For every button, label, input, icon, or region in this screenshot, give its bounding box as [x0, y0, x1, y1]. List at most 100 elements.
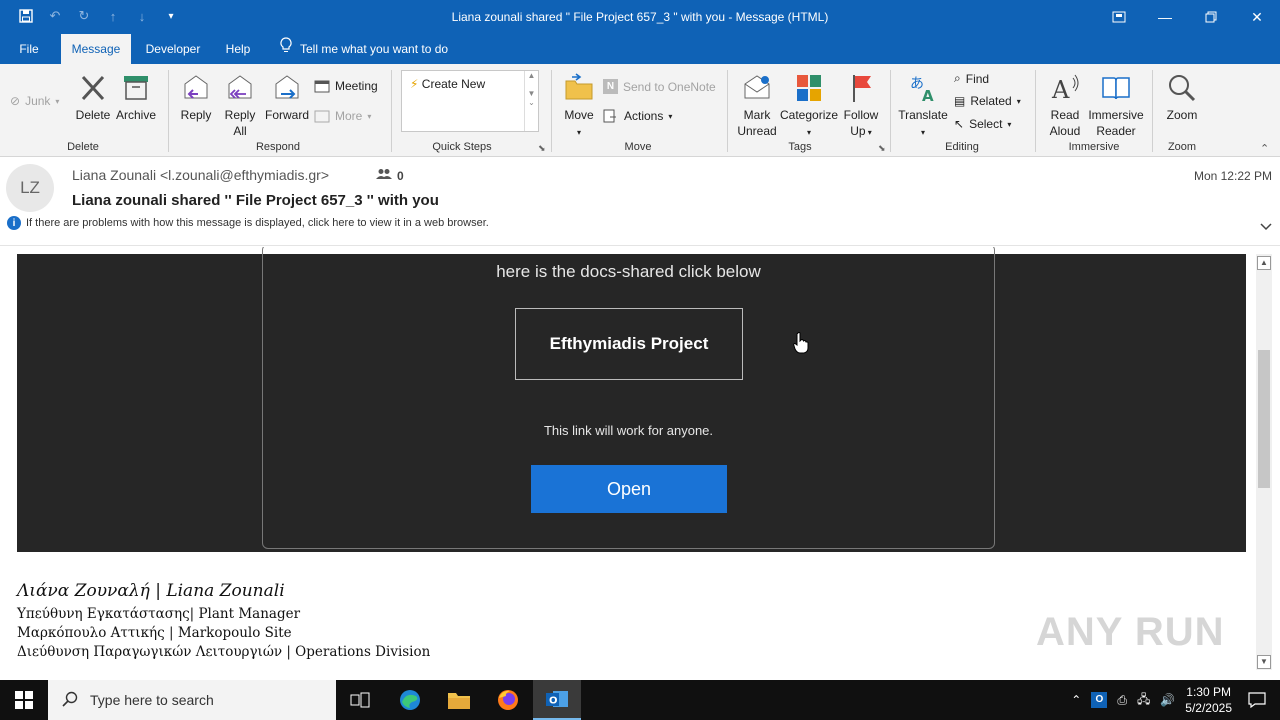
outlook-tray-icon[interactable]: O: [1091, 692, 1108, 708]
vertical-scrollbar[interactable]: ▲ ▼: [1256, 254, 1272, 670]
group-separator: [551, 70, 552, 152]
zoom-icon: [1169, 75, 1196, 102]
move-button[interactable]: Move ▾: [560, 72, 598, 141]
svg-text:A: A: [1051, 76, 1070, 104]
quick-steps-scroll[interactable]: ▲ ▼ ⌄: [524, 71, 538, 131]
tab-file[interactable]: File: [8, 34, 50, 64]
quick-step-create-new[interactable]: ⚡ Create New: [410, 77, 485, 91]
intro-text: here is the docs-shared click below: [496, 262, 761, 281]
link-note: This link will work for anyone.: [543, 423, 714, 438]
lightning-icon: ⚡: [410, 77, 419, 91]
scroll-thumb[interactable]: [1258, 350, 1270, 488]
group-label-tags: Tags: [788, 141, 812, 153]
file-explorer-icon[interactable]: [435, 680, 483, 720]
edge-browser-icon[interactable]: [386, 680, 434, 720]
group-separator: [168, 70, 169, 152]
task-view-icon[interactable]: [336, 680, 384, 720]
chevron-up-icon[interactable]: ⌃: [1071, 693, 1081, 707]
close-icon[interactable]: ✕: [1234, 0, 1280, 34]
restore-icon[interactable]: [1188, 0, 1234, 34]
dialog-launcher-icon[interactable]: ⬊: [538, 143, 546, 154]
share-card: here is the docs-shared click below Efth…: [262, 247, 995, 549]
message-header: LZ Liana Zounali <l.zounali@efthymiadis.…: [0, 158, 1280, 246]
immersive-reader-button[interactable]: Immersive Reader: [1086, 72, 1146, 139]
reply-all-button[interactable]: Reply All: [220, 72, 260, 139]
clock[interactable]: 1:30 PM 5/2/2025: [1185, 684, 1232, 716]
tab-developer[interactable]: Developer: [138, 34, 208, 64]
find-button[interactable]: ⌕ Find: [954, 71, 989, 86]
collapse-ribbon-icon[interactable]: ⌃: [1260, 142, 1269, 155]
group-separator: [727, 70, 728, 152]
group-label-move: Move: [624, 141, 652, 153]
notification-icon[interactable]: [1234, 680, 1280, 720]
minimize-icon[interactable]: —: [1142, 0, 1188, 34]
signature-line: Υπεύθυνη Εγκατάστασης| Plant Manager: [17, 606, 301, 622]
tell-me-search[interactable]: Tell me what you want to do: [280, 34, 448, 64]
clock-time: 1:30 PM: [1186, 685, 1231, 699]
group-label-quick-steps: Quick Steps: [432, 141, 492, 153]
clock-date: 5/2/2025: [1185, 701, 1232, 715]
reply-button[interactable]: Reply: [176, 72, 216, 123]
read-aloud-icon: A: [1051, 74, 1079, 104]
people-count[interactable]: 0: [376, 168, 404, 183]
actions-icon: [603, 109, 616, 123]
follow-up-button[interactable]: Follow Up ▾: [840, 72, 882, 141]
dialog-launcher-icon[interactable]: ⬊: [878, 143, 886, 154]
quick-steps-gallery[interactable]: ⚡ Create New ▲ ▼ ⌄: [401, 70, 539, 132]
group-separator: [1035, 70, 1036, 152]
more-icon: [314, 110, 330, 123]
search-placeholder: Type here to search: [90, 692, 214, 708]
group-label-immersive: Immersive: [1068, 141, 1120, 153]
tab-message[interactable]: Message: [61, 34, 131, 64]
tab-help[interactable]: Help: [216, 34, 260, 64]
scroll-up-icon[interactable]: ▲: [1257, 256, 1271, 270]
window-controls: — ✕: [1096, 0, 1280, 34]
chevron-down-icon[interactable]: [1260, 220, 1272, 234]
windows-start-icon[interactable]: [0, 680, 48, 720]
firefox-icon[interactable]: [484, 680, 532, 720]
junk-button[interactable]: ⊘ Junk ▾: [10, 94, 59, 108]
tell-me-label: Tell me what you want to do: [300, 42, 449, 56]
scroll-down-icon[interactable]: ▼: [1257, 655, 1271, 669]
system-tray: ⌃ O ⎙ 🖧 🔊 1:30 PM 5/2/2025: [1071, 680, 1232, 720]
outlook-app-icon[interactable]: O: [533, 680, 581, 720]
ribbon: ⊘ Junk ▾ Delete Archive Delete Reply Repl…: [0, 64, 1280, 157]
lightbulb-icon: [280, 34, 292, 64]
message-subject: Liana zounali shared '' File Project 657…: [72, 192, 439, 209]
svg-text:A: A: [922, 87, 934, 104]
group-label-zoom: Zoom: [1167, 141, 1197, 153]
meeting-button[interactable]: Meeting: [314, 79, 378, 93]
archive-icon: [124, 76, 148, 100]
taskbar: Type here to search O ⌃ O ⎙ 🖧 🔊 1:30 PM …: [0, 680, 1280, 720]
taskbar-search-box[interactable]: Type here to search: [48, 680, 336, 720]
sender-address[interactable]: Liana Zounali <l.zounali@efthymiadis.gr>: [72, 167, 329, 183]
info-bar[interactable]: i If there are problems with how this me…: [7, 216, 489, 230]
zoom-button[interactable]: Zoom: [1160, 72, 1204, 123]
onenote-icon: N: [603, 79, 618, 94]
forward-button[interactable]: Forward: [264, 72, 310, 123]
archive-button[interactable]: Archive: [114, 72, 158, 123]
read-aloud-button[interactable]: A Read Aloud: [1042, 72, 1088, 139]
select-button[interactable]: ↖ Select ▾: [954, 117, 1011, 131]
volume-icon[interactable]: 🔊: [1160, 693, 1175, 707]
window-title: Liana zounali shared " File Project 657_…: [451, 10, 829, 24]
info-icon: i: [7, 216, 21, 230]
translate-button[interactable]: あA Translate ▾: [896, 72, 950, 141]
open-button[interactable]: Open: [531, 465, 727, 513]
avatar[interactable]: LZ: [6, 164, 54, 212]
mark-unread-button[interactable]: Mark Unread: [734, 72, 780, 139]
reply-icon: [184, 75, 208, 99]
actions-button[interactable]: Actions ▾: [603, 109, 672, 123]
email-dark-panel: here is the docs-shared click below Efth…: [17, 247, 1246, 552]
ribbon-display-options-icon[interactable]: [1096, 0, 1142, 34]
categorize-button[interactable]: Categorize ▾: [780, 72, 838, 141]
svg-text:O: O: [549, 696, 558, 707]
network-icon[interactable]: 🖧: [1137, 690, 1150, 711]
device-icon[interactable]: ⎙: [1117, 693, 1127, 708]
more-respond-button[interactable]: More ▾: [314, 109, 371, 123]
project-link-button[interactable]: Efthymiadis Project: [515, 308, 743, 380]
delete-button[interactable]: Delete: [74, 72, 112, 123]
related-button[interactable]: ▤ Related ▾: [954, 94, 1021, 108]
group-separator: [391, 70, 392, 152]
send-to-onenote-button[interactable]: N Send to OneNote: [603, 79, 716, 94]
